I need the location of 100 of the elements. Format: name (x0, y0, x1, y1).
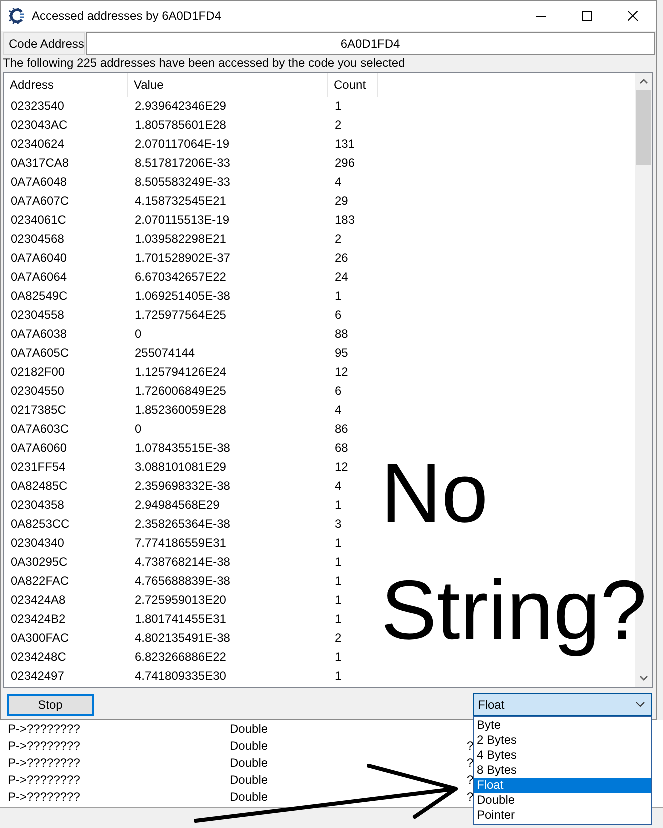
table-cell-text: 0A7A6064 (10, 269, 68, 286)
table-cell-text: 1.805785601E28 (134, 117, 228, 134)
table-cell-text: 1.125794126E24 (134, 364, 228, 381)
table-cell-text: 8.505583249E-33 (134, 174, 232, 191)
table-cell-text: 0A7A607C (10, 193, 70, 210)
table-cell-text: 7.774186559E31 (134, 535, 228, 552)
table-cell-text: 1 (334, 554, 343, 571)
table-cell-text: 02340624 (10, 136, 66, 153)
table-cell-text: 02304550 (10, 383, 66, 400)
list-cell-text: P->???????? (7, 772, 82, 789)
table-cell-text: 2.070117064E-19 (134, 136, 231, 153)
list-cell-text: P->???????? (7, 789, 82, 806)
table-cell-text: 6.823266886E22 (134, 649, 228, 666)
table-cell-text: 0A300FAC (10, 630, 70, 647)
dropdown-option[interactable]: 2 Bytes (474, 733, 651, 748)
table-cell-text: 2 (334, 630, 343, 647)
table-cell-text: 6 (334, 307, 343, 324)
list-cell-text: P->???????? (7, 721, 82, 738)
table-cell-text: 1 (334, 573, 343, 590)
table-cell-text: 1.701528902E-37 (134, 250, 232, 267)
table-cell-text: 24 (334, 269, 350, 286)
table-cell-text: 88 (334, 326, 350, 343)
table-cell-text: 6 (334, 383, 343, 400)
table-cell-text: 0A8253CC (10, 516, 71, 533)
column-header[interactable]: Count (328, 73, 378, 97)
code-address-field[interactable]: 6A0D1FD4 (86, 32, 655, 55)
column-header[interactable]: Value (128, 73, 328, 97)
table-cell-text: 3.088101081E29 (134, 459, 228, 476)
table-cell-text: 1.039582298E21 (134, 231, 228, 248)
table-cell-text: 8.517817206E-33 (134, 155, 232, 172)
table-cell-text: 29 (334, 193, 350, 210)
list-cell-text: P->???????? (7, 738, 82, 755)
scroll-down-icon[interactable] (640, 676, 648, 681)
table-cell-text: 1 (334, 535, 343, 552)
list-cell-text: Double (230, 721, 270, 738)
chevron-icon (636, 702, 645, 707)
table-cell-text: 12 (334, 459, 350, 476)
dropdown-option[interactable]: Byte (474, 718, 651, 733)
list-cell-text: Double (230, 738, 270, 755)
table-cell-text: 4.738768214E-38 (134, 554, 232, 571)
type-dropdown[interactable]: Float (473, 693, 652, 716)
table-cell-text: 0217385C (10, 402, 68, 419)
table-cell-text: 0A822FAC (10, 573, 70, 590)
list-cell-text: Double (230, 755, 270, 772)
list-cell: ? (467, 772, 474, 789)
table-cell-text: 4.765688839E-38 (134, 573, 232, 590)
table-cell-text: 1 (334, 98, 343, 115)
annotation-text: No String? (381, 445, 648, 659)
table-cell-text: 4.802135491E-38 (134, 630, 232, 647)
table-cell-text: 0 (134, 421, 143, 438)
table-cell-text: 1.069251405E-38 (134, 288, 232, 305)
table-cell-text: 1.852360059E28 (134, 402, 228, 419)
table-cell-text: 1.078435515E-38 (134, 440, 232, 457)
window-title: Accessed addresses by 6A0D1FD4 (32, 9, 222, 23)
table-cell-text: 1 (334, 497, 343, 514)
table-cell-text: 4.158732545E21 (134, 193, 228, 210)
scroll-up-icon[interactable] (640, 79, 648, 84)
table-cell-text: 3 (334, 516, 343, 533)
table-cell-text: 4 (334, 174, 343, 191)
table-cell-text: 1.726006849E25 (134, 383, 228, 400)
table-cell-text: 1 (334, 611, 343, 628)
table-cell-text: 0A82549C (10, 288, 69, 305)
app-logo-icon (9, 8, 25, 24)
table-cell-text: 02304558 (10, 307, 66, 324)
dropdown-option[interactable]: Pointer (474, 808, 651, 823)
table-cell-text: 1 (334, 668, 343, 685)
table-cell-text: 0A7A6060 (10, 440, 68, 457)
table-cell-text: 0231FF54 (10, 459, 67, 476)
table-cell-text: 6.670342657E22 (134, 269, 228, 286)
table-cell-text: 0A7A6038 (10, 326, 68, 343)
table-cell-text: 0A82485C (10, 478, 69, 495)
table-cell-text: 0234248C (10, 649, 68, 666)
list-cell-text: Double (230, 789, 270, 806)
table-cell-text: 12 (334, 364, 350, 381)
scrollbar-thumb[interactable] (636, 90, 651, 165)
table-cell-text: 4 (334, 478, 343, 495)
table-cell-text: 1 (334, 288, 343, 305)
dropdown-option[interactable]: Double (474, 793, 651, 808)
maximize-icon (582, 11, 592, 21)
list-cell: ? (467, 789, 474, 806)
dropdown-option[interactable]: Float (474, 778, 651, 793)
table-cell-text: 2 (334, 231, 343, 248)
dropdown-option[interactable]: 8 Bytes (474, 763, 651, 778)
close-icon (628, 11, 638, 21)
table-cell-text: 02182F00 (10, 364, 66, 381)
table-cell-text: 0A317CA8 (10, 155, 70, 172)
table-cell-text: 2.359698332E-38 (134, 478, 232, 495)
table-cell-text: 0A7A6040 (10, 250, 68, 267)
table-cell-text: 2.94984568E29 (134, 497, 221, 514)
column-header[interactable]: Address (4, 73, 128, 97)
table-cell-text: 296 (334, 155, 356, 172)
table-cell-text: 2.070115513E-19 (134, 212, 231, 229)
table-cell-text: 255074144 (134, 345, 196, 362)
field-label: Code Address (3, 32, 85, 55)
table-cell-text: 4.741809335E30 (134, 668, 228, 685)
stop-button[interactable]: Stop (7, 694, 94, 716)
table-cell-text: 02304568 (10, 231, 66, 248)
table-cell-text: 0A7A6048 (10, 174, 68, 191)
dropdown-option[interactable]: 4 Bytes (474, 748, 651, 763)
table-cell-text: 95 (334, 345, 350, 362)
